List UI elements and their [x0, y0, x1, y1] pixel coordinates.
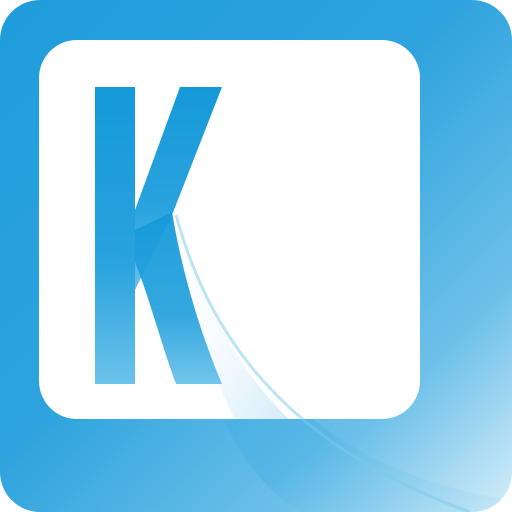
k-app-icon: [0, 0, 512, 512]
k-logo-graphic: [0, 0, 512, 512]
